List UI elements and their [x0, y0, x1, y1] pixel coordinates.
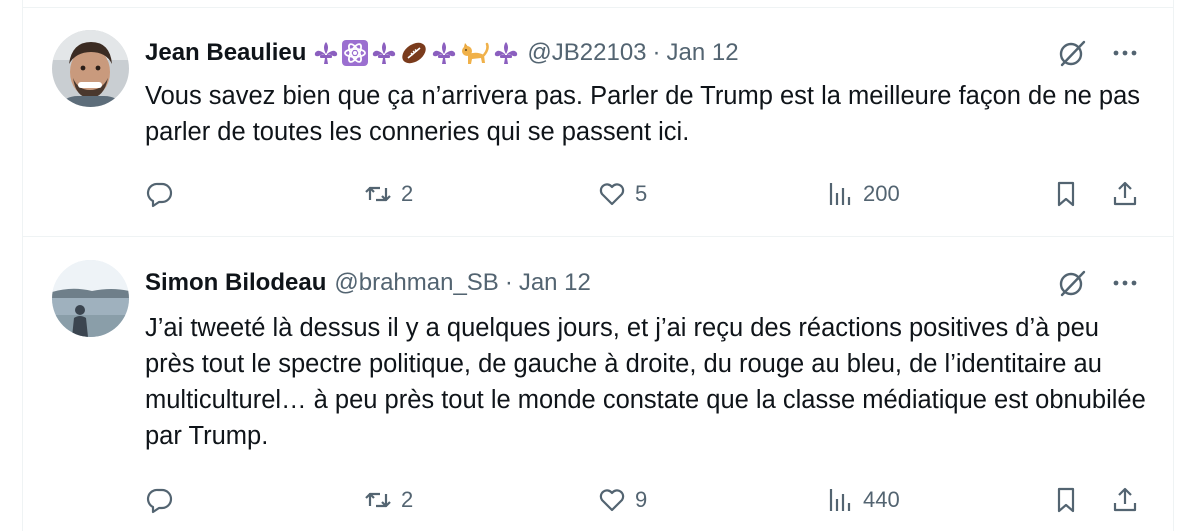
more-icon: [1113, 280, 1137, 286]
grok-button[interactable]: [1055, 36, 1089, 70]
views-button[interactable]: 440: [825, 480, 900, 520]
grok-button[interactable]: [1055, 266, 1089, 300]
like-icon: [599, 489, 625, 512]
repost-button[interactable]: 2: [363, 174, 413, 214]
views-icon: [829, 183, 851, 205]
separator-dot: ·: [504, 269, 513, 296]
tweet-header: Simon Bilodeau @brahman_SB · Jan 12: [145, 266, 591, 300]
views-count: 200: [863, 181, 900, 206]
more-button[interactable]: [1108, 36, 1142, 70]
more-icon: [1113, 50, 1137, 56]
display-name[interactable]: Simon Bilodeau: [145, 269, 326, 297]
fleur-de-lis-icon: [495, 42, 518, 64]
views-icon: [829, 489, 851, 511]
like-count: 9: [635, 487, 648, 512]
grok-icon: [1059, 270, 1086, 297]
repost-count: 2: [401, 181, 414, 206]
bookmark-icon: [1057, 181, 1075, 207]
views-button[interactable]: 200: [825, 174, 900, 214]
like-icon: [599, 183, 625, 206]
reply-icon: [146, 488, 173, 514]
avatar[interactable]: [52, 30, 129, 107]
tweet[interactable]: Simon Bilodeau @brahman_SB · Jan 12 J’ai…: [23, 238, 1173, 531]
timestamp[interactable]: Jan 12: [667, 39, 739, 67]
more-button[interactable]: [1108, 266, 1142, 300]
like-button[interactable]: 9: [597, 480, 647, 520]
display-name[interactable]: Jean Beaulieu: [145, 39, 306, 67]
share-icon: [1113, 487, 1137, 512]
action-bar: 2 9 440: [145, 480, 1173, 520]
like-count: 5: [635, 181, 648, 206]
separator-dot: ·: [652, 39, 661, 66]
grok-icon: [1059, 40, 1086, 67]
share-button[interactable]: [1110, 174, 1140, 214]
tweet-header: Jean Beaulieu @JB22103 · Jan 12: [145, 36, 739, 70]
cat-icon: [462, 42, 490, 64]
share-button[interactable]: [1110, 480, 1140, 520]
reply-button[interactable]: [145, 174, 175, 214]
handle[interactable]: @brahman_SB: [334, 269, 498, 297]
fleur-de-lis-icon: [315, 42, 338, 64]
reply-icon: [146, 182, 173, 208]
avatar[interactable]: [52, 260, 129, 337]
views-count: 440: [863, 487, 900, 512]
fleur-de-lis-icon: [433, 42, 456, 64]
bookmark-button[interactable]: [1051, 480, 1081, 520]
share-icon: [1113, 181, 1137, 206]
tweet-text: J’ai tweeté là dessus il y a quelques jo…: [145, 314, 1146, 450]
timeline: Jean Beaulieu @JB22103 · Jan 12 Vous sav…: [22, 0, 1174, 531]
american-football-icon: [402, 42, 427, 64]
tweet[interactable]: Jean Beaulieu @JB22103 · Jan 12 Vous sav…: [23, 8, 1173, 237]
repost-icon: [365, 492, 391, 508]
timestamp[interactable]: Jan 12: [519, 269, 591, 297]
fleur-de-lis-icon: [373, 42, 396, 64]
like-button[interactable]: 5: [597, 174, 647, 214]
handle[interactable]: @JB22103: [527, 39, 646, 67]
repost-icon: [365, 186, 391, 202]
repost-count: 2: [401, 487, 414, 512]
reply-button[interactable]: [145, 480, 175, 520]
name-emojis: [313, 39, 519, 67]
repost-button[interactable]: 2: [363, 480, 413, 520]
bookmark-icon: [1057, 487, 1075, 513]
tweet-text: Vous savez bien que ça n’arrivera pas. P…: [145, 82, 1141, 146]
atom-symbol-icon: [342, 40, 369, 66]
action-bar: 2 5 200: [145, 174, 1173, 214]
bookmark-button[interactable]: [1051, 174, 1081, 214]
